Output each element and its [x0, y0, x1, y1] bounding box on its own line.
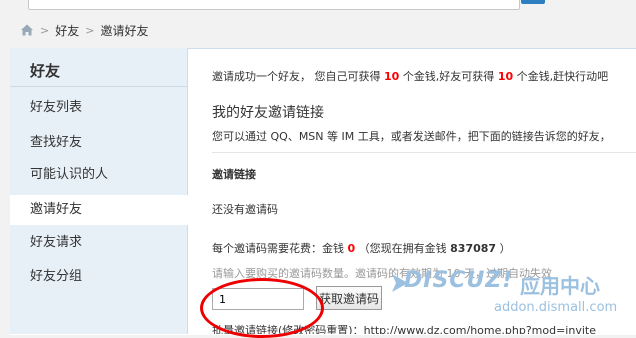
search-button[interactable]	[521, 0, 545, 4]
watermark-logo: DISCUZ!	[404, 268, 514, 293]
self-reward: 10	[384, 70, 400, 83]
watermark-suffix: 应用中心	[520, 274, 600, 298]
sidebar-item-invite-friends[interactable]: 邀请好友	[10, 195, 188, 225]
sidebar-title: 好友	[30, 62, 61, 80]
friend-reward: 10	[497, 70, 514, 83]
invite-cost-value: 0	[347, 242, 356, 255]
sidebar-item-find-friends[interactable]: 查找好友	[10, 128, 187, 158]
breadcrumb-separator: >	[85, 23, 95, 37]
invite-code-heading: 邀请链接	[212, 168, 256, 181]
current-balance: 837087	[450, 242, 497, 255]
sidebar-item-friend-groups[interactable]: 好友分组	[10, 262, 187, 292]
get-invite-code-button[interactable]: 获取邀请码	[316, 286, 382, 310]
invite-intro: 邀请成功一个好友， 您自己可获得 10 个金钱,好友可获得 10 个金钱,赶快行…	[212, 70, 609, 83]
sidebar-item-friend-requests[interactable]: 好友请求	[10, 228, 187, 258]
breadcrumb-item-friends[interactable]: 好友	[55, 22, 79, 39]
invite-cost-line: 每个邀请码需要花费：金钱 0 （您现在拥有金钱 837087 ）	[212, 242, 511, 255]
breadcrumb-item-invite[interactable]: 邀请好友	[100, 22, 148, 39]
no-invite-code-text: 还没有邀请码	[212, 203, 278, 216]
search-box[interactable]	[28, 0, 520, 10]
sidebar-item-friend-list[interactable]: 好友列表	[10, 93, 187, 123]
sidebar-divider	[10, 86, 187, 87]
invite-link-description: 您可以通过 QQ、MSN 等 IM 工具，或者发送邮件，把下面的链接告诉您的好友…	[212, 130, 611, 143]
home-icon[interactable]	[20, 23, 34, 37]
annotation-circle	[200, 278, 324, 338]
section-divider	[212, 152, 636, 153]
breadcrumb: > 好友 > 邀请好友	[20, 22, 148, 38]
watermark: DISCUZ! 应用中心 addon.dismall.com	[390, 268, 636, 328]
sidebar-item-people-you-may-know[interactable]: 可能认识的人	[10, 160, 187, 190]
watermark-url: addon.dismall.com	[494, 300, 618, 315]
invite-link-heading: 我的好友邀请链接	[212, 105, 324, 121]
sidebar: 好友 好友列表 查找好友 可能认识的人 邀请好友 好友请求 好友分组	[10, 48, 188, 334]
breadcrumb-separator: >	[40, 23, 50, 37]
